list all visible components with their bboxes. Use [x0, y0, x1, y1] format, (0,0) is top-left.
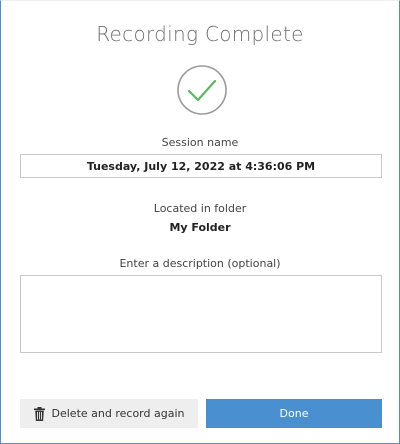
recording-complete-dialog: Recording Complete Session name Tuesday,…: [0, 0, 400, 444]
checkmark-circle-icon: [177, 65, 227, 115]
description-label: Enter a description (optional): [119, 257, 281, 270]
delete-and-record-again-button[interactable]: Delete and record again: [20, 399, 198, 428]
done-button-label: Done: [279, 407, 309, 420]
description-input[interactable]: [20, 275, 382, 353]
trash-icon: [33, 406, 45, 421]
session-name-label: Session name: [161, 136, 239, 149]
session-name-field[interactable]: Tuesday, July 12, 2022 at 4:36:06 PM: [20, 154, 382, 178]
delete-button-label: Delete and record again: [51, 407, 185, 420]
dialog-title: Recording Complete: [96, 22, 304, 46]
done-button[interactable]: Done: [206, 399, 382, 428]
folder-label: Located in folder: [153, 202, 247, 215]
folder-value: My Folder: [169, 221, 231, 234]
session-name-value: Tuesday, July 12, 2022 at 4:36:06 PM: [86, 159, 316, 173]
